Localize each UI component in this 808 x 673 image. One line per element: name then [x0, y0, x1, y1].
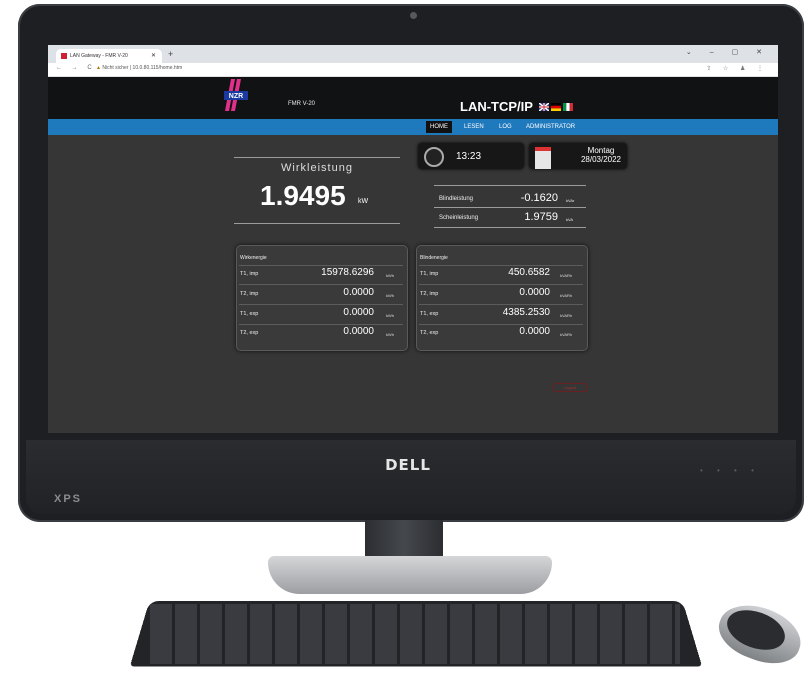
divider [434, 227, 586, 228]
monitor-brand-logo: DELL [385, 456, 431, 474]
row-value: 0.0000 [343, 307, 374, 318]
app-header [48, 77, 778, 119]
nav-log[interactable]: LOG [499, 121, 512, 133]
row-value: 0.0000 [343, 326, 374, 337]
wirkleistung-label: Wirkleistung [281, 162, 353, 174]
wirkenergie-title: Wirkenergie [240, 255, 267, 261]
logout-button[interactable]: Logout [552, 383, 588, 392]
row-value: 15978.6296 [321, 267, 374, 278]
row-divider [419, 324, 583, 325]
row-value: 450.6582 [508, 267, 550, 278]
tab-title: LAN Gateway - FMR V-20 [70, 53, 128, 59]
row-label: T1, imp [240, 271, 259, 277]
nav-home[interactable]: HOME [426, 121, 452, 133]
monitor-model-label: XPS [54, 493, 83, 505]
row-label: T2, exp [240, 330, 259, 336]
scheinleistung-unit: kVA [566, 217, 574, 222]
screen: LAN Gateway - FMR V-20 ✕ + ⌄ – ▢ ✕ ← → C… [48, 45, 778, 433]
wirkleistung-value: 1.9495 [260, 180, 346, 211]
blindenergie-title: Blindenergie [420, 255, 448, 261]
row-value: 0.0000 [343, 287, 374, 298]
divider [234, 157, 400, 158]
divider [434, 207, 586, 208]
row-divider [239, 324, 403, 325]
date-value: 28/03/2022 [580, 155, 622, 164]
monitor-chin [26, 440, 796, 514]
row-unit: kWh [386, 273, 394, 278]
svg-text:NZR: NZR [229, 93, 243, 100]
monitor-buttons: • • • • [700, 466, 760, 475]
row-label: T1, exp [240, 311, 259, 317]
row-unit: kVARh [560, 293, 573, 298]
calendar-icon [535, 147, 551, 169]
row-divider [419, 284, 583, 285]
row-value: 4385.2530 [502, 307, 550, 318]
row-value: 0.0000 [519, 326, 550, 337]
browser-tab[interactable]: LAN Gateway - FMR V-20 ✕ [56, 49, 162, 63]
uk-flag-icon[interactable] [539, 103, 549, 111]
divider [434, 185, 586, 186]
row-unit: kWh [386, 332, 394, 337]
row-label: T1, exp [420, 311, 439, 317]
row-label: T2, imp [420, 291, 439, 297]
row-unit: kVARh [560, 332, 573, 337]
row-label: T2, exp [420, 330, 439, 336]
nav-lesen[interactable]: LESEN [464, 121, 484, 133]
url-text: 10.0.80.115/home.htm [132, 65, 183, 71]
device-model: FMR V-20 [288, 101, 316, 107]
scheinleistung-label: Scheinleistung [439, 215, 479, 221]
wirkleistung-unit: kW [358, 198, 369, 205]
row-divider [239, 265, 403, 266]
time-value: 13:23 [456, 151, 482, 162]
row-divider [239, 284, 403, 285]
blindleistung-value: -0.1620 [520, 192, 558, 204]
scheinleistung-value: 1.9759 [524, 211, 558, 223]
new-tab-button[interactable]: + [168, 49, 173, 59]
monitor-stand [268, 556, 552, 594]
row-unit: kVARh [560, 313, 573, 318]
warning-icon: ▲ [96, 65, 101, 71]
row-value: 0.0000 [519, 287, 550, 298]
content-area [48, 135, 778, 433]
row-divider [419, 304, 583, 305]
keyboard-keys [150, 604, 680, 664]
browser-nav-buttons[interactable]: ← → C [56, 65, 96, 71]
divider [234, 223, 400, 224]
row-label: T2, imp [240, 291, 259, 297]
nav-bar [48, 119, 778, 135]
nav-administrator[interactable]: ADMINISTRATOR [526, 121, 575, 133]
blindleistung-unit: kVAr [566, 198, 575, 203]
row-unit: kWh [386, 313, 394, 318]
address-bar-icons[interactable]: ⇪ ☆ ♟ ⋮ [706, 65, 768, 72]
nzr-logo: NZR [224, 79, 248, 111]
url-warning: Nicht sicher [102, 65, 129, 71]
webcam [410, 12, 417, 19]
row-label: T1, imp [420, 271, 439, 277]
clock-icon [424, 147, 444, 167]
italian-flag-icon[interactable] [563, 103, 573, 111]
url-field[interactable]: ▲ Nicht sicher | 10.0.80.115/home.htm [96, 65, 182, 71]
german-flag-icon[interactable] [551, 103, 561, 111]
blindleistung-label: Blindleistung [439, 196, 474, 202]
row-divider [239, 304, 403, 305]
window-controls[interactable]: ⌄ – ▢ ✕ [686, 48, 770, 56]
row-divider [419, 265, 583, 266]
row-unit: kVARh [560, 273, 573, 278]
app-title: LAN-TCP/IP [460, 99, 533, 114]
row-unit: kWh [386, 293, 394, 298]
favicon-icon [61, 52, 67, 59]
day-value: Montag [587, 146, 615, 155]
close-tab-icon[interactable]: ✕ [151, 49, 156, 63]
